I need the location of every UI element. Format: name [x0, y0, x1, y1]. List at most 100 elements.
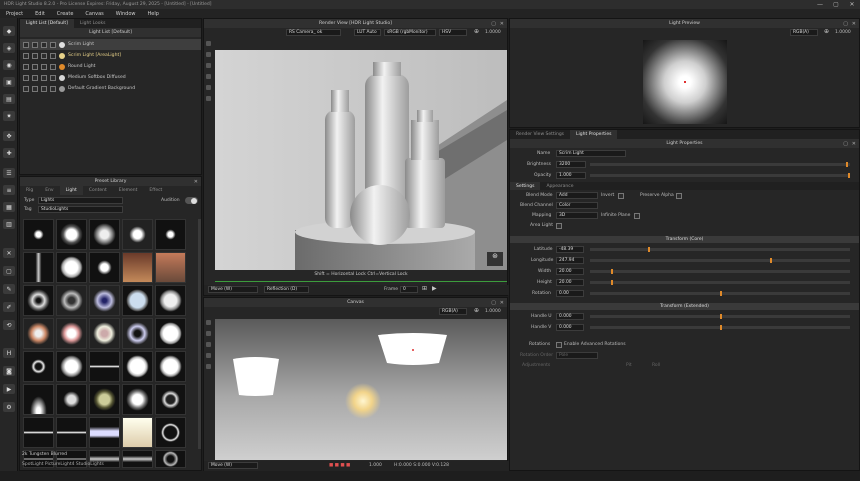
- width-handle[interactable]: [611, 269, 613, 274]
- blend-channel-select[interactable]: Color: [556, 202, 598, 209]
- canvas-channel-select[interactable]: RGB(A): [439, 308, 467, 315]
- tab-rig[interactable]: Rig: [20, 186, 39, 195]
- create-round-light-icon[interactable]: ◉: [3, 60, 15, 70]
- brightness-slider[interactable]: [590, 163, 850, 166]
- preset-thumbnail[interactable]: [56, 252, 87, 283]
- tab-content[interactable]: Content: [83, 186, 113, 195]
- zoom-icon[interactable]: ⊕: [474, 28, 479, 35]
- lut-select[interactable]: LUT Auto: [354, 29, 381, 36]
- preset-thumbnail[interactable]: [23, 318, 54, 349]
- preset-thumbnail[interactable]: [155, 450, 186, 468]
- camera-icon[interactable]: ◙: [3, 366, 15, 376]
- frame-input[interactable]: 0: [400, 286, 418, 293]
- opacity-input[interactable]: 1.000: [556, 172, 586, 179]
- lock-checkbox[interactable]: [41, 52, 47, 59]
- colorspace-select[interactable]: sRGB (rgbMonitor): [384, 29, 436, 36]
- lock-checkbox[interactable]: [41, 41, 47, 48]
- menu-help[interactable]: Help: [142, 11, 165, 17]
- preset-thumbnail[interactable]: [23, 417, 54, 448]
- tag-select[interactable]: StudioLights: [38, 206, 123, 213]
- zoom-icon[interactable]: ⊕: [824, 28, 829, 35]
- tab-light-looks[interactable]: Light Looks: [74, 19, 112, 28]
- pin-icon[interactable]: ▢: [491, 21, 496, 27]
- light-list-item[interactable]: Scrim Light [AreaLight]: [20, 50, 201, 61]
- preset-thumbnail[interactable]: [56, 285, 87, 316]
- tab-light-list[interactable]: Light List [Default]: [20, 19, 74, 28]
- create-softbox-icon[interactable]: ▣: [3, 77, 15, 87]
- name-input[interactable]: Scrim Light: [556, 150, 626, 157]
- preset-thumbnail[interactable]: [56, 417, 87, 448]
- transform-core-section[interactable]: Transform (Core): [510, 236, 859, 243]
- delete-icon[interactable]: ✕: [3, 248, 15, 258]
- canvas-view[interactable]: [215, 319, 507, 460]
- preset-thumbnail[interactable]: [155, 318, 186, 349]
- tab-settings[interactable]: Settings: [510, 182, 541, 190]
- preset-thumbnail[interactable]: [23, 285, 54, 316]
- preset-thumbnail[interactable]: [122, 450, 153, 468]
- invert-checkbox[interactable]: [618, 193, 624, 199]
- preset-thumbnail[interactable]: [23, 252, 54, 283]
- handle-u-input[interactable]: 0.000: [556, 313, 584, 320]
- stack-icon[interactable]: ▦: [3, 202, 15, 212]
- tab-light[interactable]: Light: [59, 186, 83, 195]
- play-icon[interactable]: ▶: [432, 285, 437, 292]
- solo-checkbox[interactable]: [32, 74, 38, 81]
- preset-thumbnail[interactable]: [122, 384, 153, 415]
- width-slider[interactable]: [590, 270, 850, 273]
- render-icon[interactable]: ▶: [3, 384, 15, 394]
- link-checkbox[interactable]: [50, 63, 56, 70]
- zoom-icon[interactable]: [206, 74, 211, 79]
- handle-v-input[interactable]: 0.000: [556, 324, 584, 331]
- list-icon[interactable]: ☰: [3, 168, 15, 178]
- preset-thumbnail[interactable]: [89, 417, 120, 448]
- select-icon[interactable]: [206, 342, 211, 347]
- close-icon[interactable]: ✕: [194, 179, 198, 185]
- preserve-alpha-checkbox[interactable]: [676, 193, 682, 199]
- longitude-input[interactable]: 247.94: [556, 257, 584, 264]
- maximize-button[interactable]: ▢: [828, 0, 844, 9]
- preset-scrollbar[interactable]: [198, 219, 201, 449]
- latitude-handle[interactable]: [648, 247, 650, 252]
- pen-icon[interactable]: [206, 41, 211, 46]
- pin-icon[interactable]: ▢: [843, 21, 848, 27]
- hand-icon[interactable]: [206, 364, 211, 369]
- sun-icon[interactable]: ✷: [3, 111, 15, 121]
- canvas-tool-select[interactable]: Move (W): [208, 462, 258, 469]
- preset-thumbnail[interactable]: [89, 318, 120, 349]
- preset-thumbnail[interactable]: [155, 351, 186, 382]
- preset-thumbnail[interactable]: [122, 285, 153, 316]
- close-icon[interactable]: ✕: [852, 21, 856, 27]
- longitude-slider[interactable]: [590, 259, 850, 262]
- reflection-select[interactable]: Reflection (D): [264, 286, 309, 293]
- rotation-input[interactable]: 0.00: [556, 290, 584, 297]
- create-area-light-icon[interactable]: ◈: [3, 43, 15, 53]
- visibility-checkbox[interactable]: [23, 41, 29, 48]
- menu-create[interactable]: Create: [51, 11, 80, 17]
- menu-canvas[interactable]: Canvas: [79, 11, 109, 17]
- link-checkbox[interactable]: [50, 52, 56, 59]
- round-light-shape[interactable]: [345, 383, 381, 419]
- brush-icon[interactable]: [206, 52, 211, 57]
- area-light-checkbox[interactable]: [556, 223, 562, 229]
- visibility-checkbox[interactable]: [23, 63, 29, 70]
- settings-icon[interactable]: ⚙: [3, 402, 15, 412]
- layers-icon[interactable]: ≡: [3, 185, 15, 195]
- camera-select[interactable]: RS Camera_ ok: [286, 29, 341, 36]
- frame-icon[interactable]: ⊞: [422, 285, 427, 292]
- preset-thumbnail[interactable]: [56, 351, 87, 382]
- brightness-input[interactable]: 3200: [556, 161, 586, 168]
- preset-thumbnail[interactable]: [155, 417, 186, 448]
- preset-thumbnail[interactable]: [56, 219, 87, 250]
- solo-checkbox[interactable]: [32, 52, 38, 59]
- menu-window[interactable]: Window: [110, 11, 142, 17]
- latitude-input[interactable]: -48.39: [556, 246, 584, 253]
- link-checkbox[interactable]: [50, 74, 56, 81]
- preset-thumbnail[interactable]: [23, 219, 54, 250]
- lasso-icon[interactable]: ⟲: [3, 320, 15, 330]
- hand-icon[interactable]: [206, 85, 211, 90]
- pin-icon[interactable]: ▢: [843, 141, 848, 147]
- handle-v-handle[interactable]: [720, 325, 722, 330]
- mode-select[interactable]: HSV: [439, 29, 467, 36]
- light-list-item[interactable]: Scrim Light: [20, 39, 201, 50]
- render-image[interactable]: ⊛: [215, 50, 507, 270]
